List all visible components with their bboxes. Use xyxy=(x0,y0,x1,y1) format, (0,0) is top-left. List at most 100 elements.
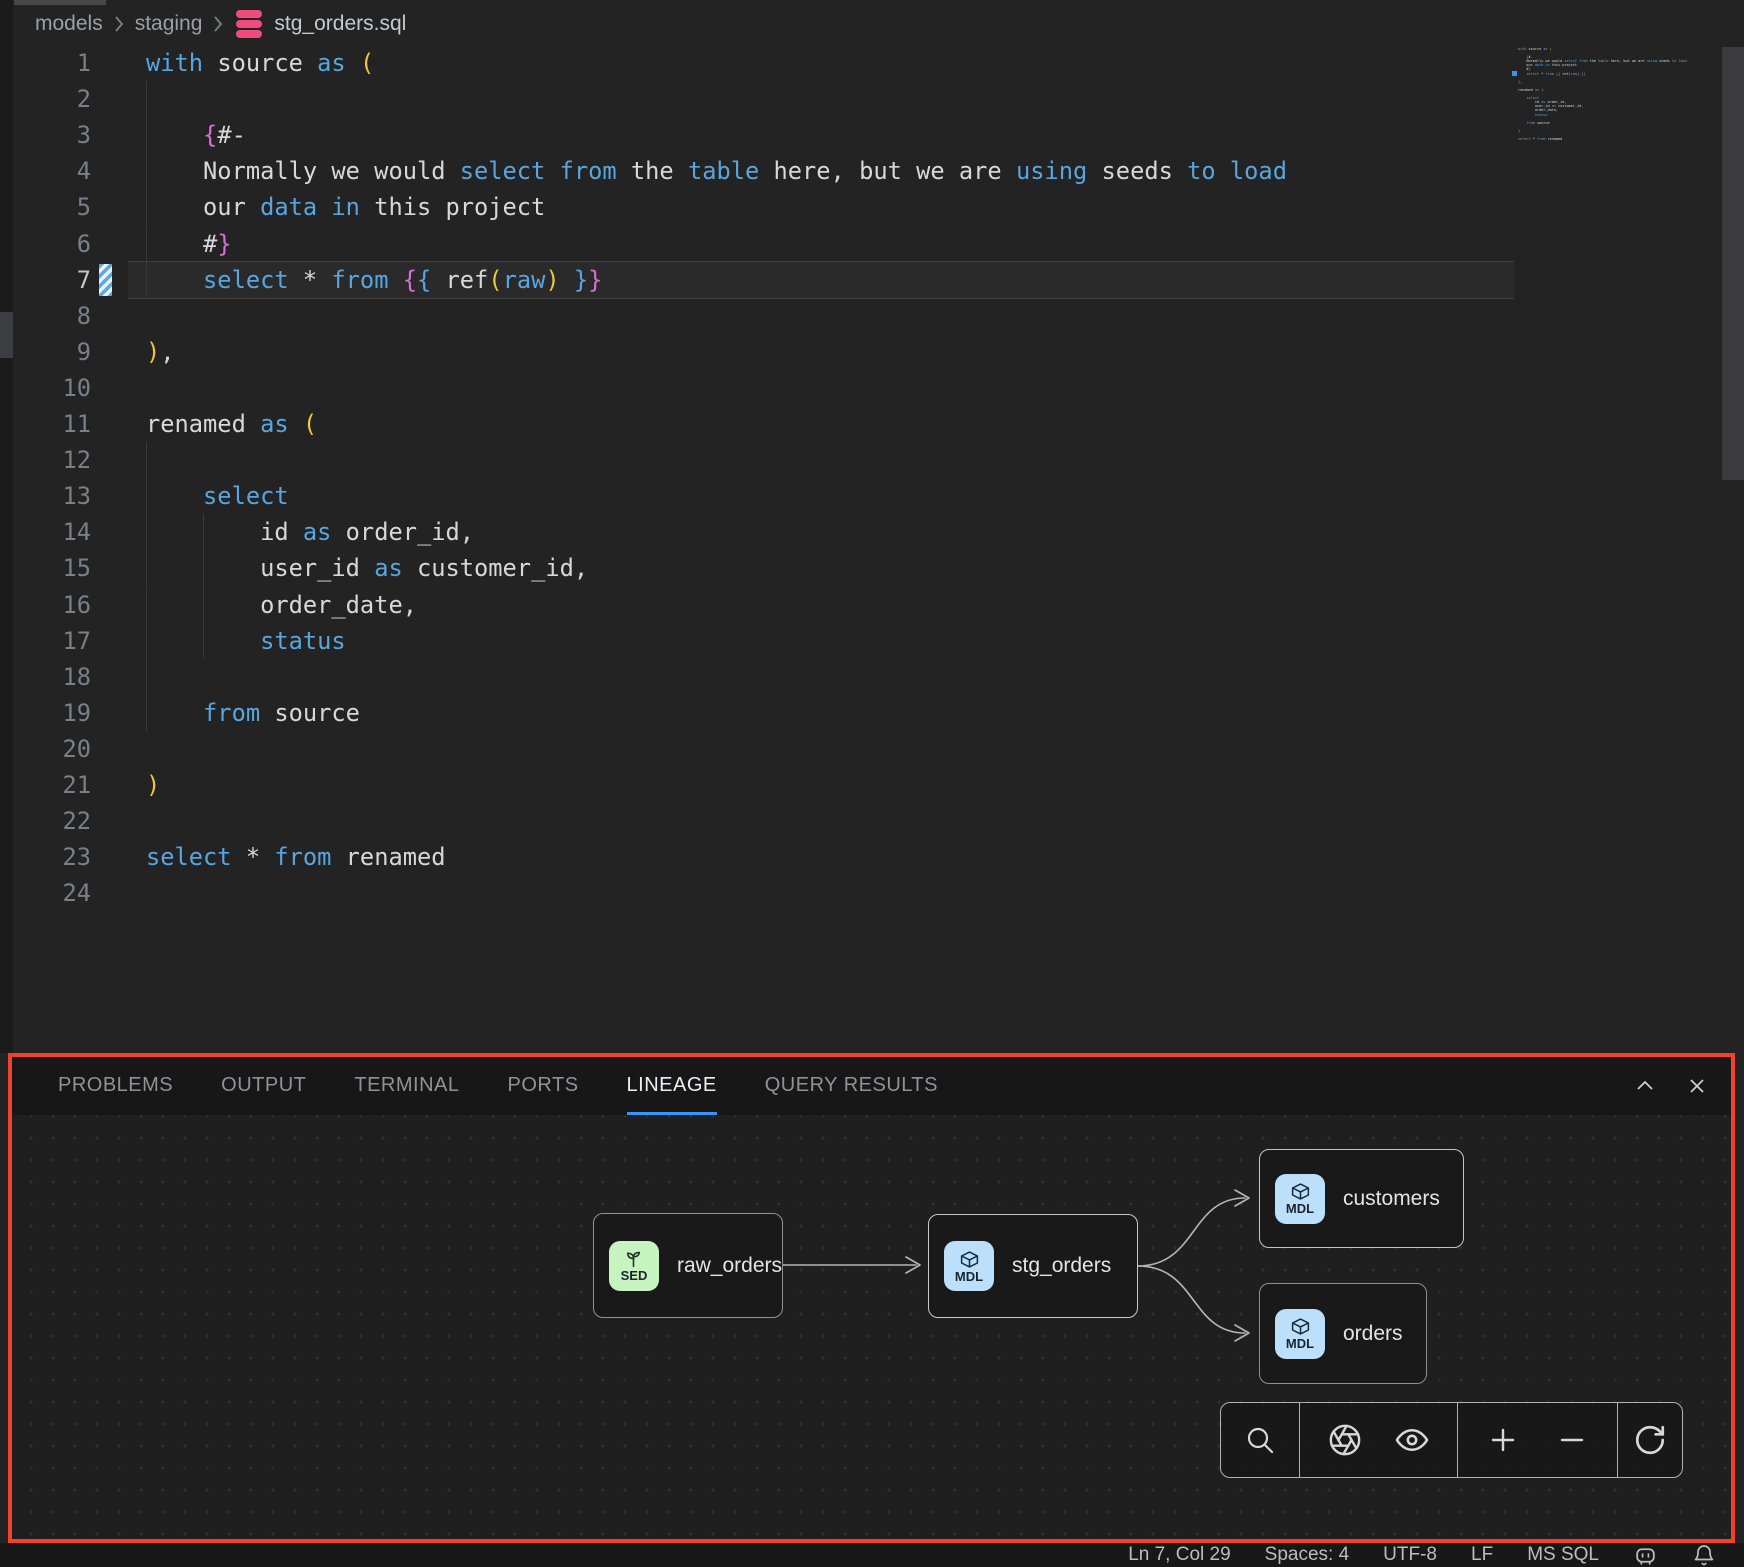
maximize-panel-button[interactable] xyxy=(1633,1074,1657,1098)
line-number[interactable]: 20 xyxy=(0,731,91,767)
code-line[interactable]: 22 xyxy=(0,803,1744,839)
code-line[interactable]: 2 xyxy=(0,81,1744,117)
refresh-icon[interactable] xyxy=(1627,1417,1673,1463)
code-line[interactable]: 12 xyxy=(0,442,1744,478)
line-number[interactable]: 21 xyxy=(0,767,91,803)
code-line[interactable]: 19 from source xyxy=(0,695,1744,731)
line-number[interactable]: 19 xyxy=(0,695,91,731)
code-line[interactable]: 7 select * from {{ ref(raw) }} xyxy=(0,262,1744,298)
bottom-panel: PROBLEMS OUTPUT TERMINAL PORTS LINEAGE QUERY … xyxy=(8,1053,1735,1543)
tab-problems[interactable]: PROBLEMS xyxy=(58,1057,173,1115)
line-number[interactable]: 14 xyxy=(0,514,91,550)
tab-ports[interactable]: PORTS xyxy=(508,1057,579,1115)
tab-query-results[interactable]: QUERY RESULTS xyxy=(765,1057,938,1115)
status-bar: Ln 7, Col 29 Spaces: 4 UTF-8 LF MS SQL xyxy=(0,1543,1744,1567)
line-number[interactable]: 12 xyxy=(0,442,91,478)
line-number[interactable]: 15 xyxy=(0,550,91,586)
code-line[interactable]: 16 order_date, xyxy=(0,587,1744,623)
status-item[interactable]: UTF-8 xyxy=(1383,1544,1437,1566)
tab-output[interactable]: OUTPUT xyxy=(221,1057,306,1115)
code-text: ), xyxy=(146,334,175,370)
badge-label: MDL xyxy=(955,1270,983,1284)
code-line[interactable]: 1with source as ( xyxy=(0,45,1744,81)
copilot-icon[interactable] xyxy=(1633,1543,1658,1567)
code-editor[interactable]: 1with source as (23 {#-4 Normally we wou… xyxy=(0,45,1744,1045)
line-number[interactable]: 22 xyxy=(0,803,91,839)
line-number[interactable]: 23 xyxy=(0,839,91,875)
line-number[interactable]: 9 xyxy=(0,334,91,370)
line-number[interactable]: 2 xyxy=(0,81,91,117)
status-item[interactable]: LF xyxy=(1471,1544,1493,1566)
lineage-node-orders[interactable]: MDLorders xyxy=(1259,1283,1427,1384)
lineage-node-raw_orders[interactable]: SEDraw_orders xyxy=(593,1213,783,1318)
line-number[interactable]: 24 xyxy=(0,875,91,911)
line-number[interactable]: 6 xyxy=(0,226,91,262)
tab-lineage[interactable]: LINEAGE xyxy=(627,1057,717,1115)
node-label: customers xyxy=(1343,1187,1440,1211)
line-number[interactable]: 11 xyxy=(0,406,91,442)
code-line[interactable]: 5 our data in this project xyxy=(0,189,1744,225)
lineage-canvas[interactable]: SEDraw_ordersMDLstg_ordersMDLcustomersMD… xyxy=(12,1115,1731,1539)
seed-badge: SED xyxy=(609,1241,659,1291)
code-line[interactable]: 13 select xyxy=(0,478,1744,514)
breadcrumb: models staging stg_orders.sql xyxy=(35,6,406,42)
breadcrumb-item-models[interactable]: models xyxy=(35,12,103,36)
code-line[interactable]: 6 #} xyxy=(0,226,1744,262)
lineage-toolbar xyxy=(1220,1402,1683,1478)
tab-terminal[interactable]: TERMINAL xyxy=(354,1057,459,1115)
status-items: Ln 7, Col 29 Spaces: 4 UTF-8 LF MS SQL xyxy=(1094,1544,1599,1566)
toolbar-section-view xyxy=(1299,1403,1457,1477)
code-line[interactable]: 20 xyxy=(0,731,1744,767)
code-line[interactable]: 9), xyxy=(0,334,1744,370)
code-text: order_date, xyxy=(146,587,417,623)
badge-label: MDL xyxy=(1286,1337,1314,1351)
code-line[interactable]: 4 Normally we would select from the tabl… xyxy=(0,153,1744,189)
line-number[interactable]: 3 xyxy=(0,117,91,153)
code-line[interactable]: 17 status xyxy=(0,623,1744,659)
line-number[interactable]: 16 xyxy=(0,587,91,623)
line-number[interactable]: 5 xyxy=(0,189,91,225)
line-number[interactable]: 13 xyxy=(0,478,91,514)
indent-guide xyxy=(146,442,147,478)
lineage-node-customers[interactable]: MDLcustomers xyxy=(1259,1149,1464,1248)
chevron-right-icon xyxy=(113,14,125,34)
status-item[interactable]: Ln 7, Col 29 xyxy=(1128,1544,1230,1566)
line-number[interactable]: 4 xyxy=(0,153,91,189)
line-number[interactable]: 18 xyxy=(0,659,91,695)
breadcrumb-file[interactable]: stg_orders.sql xyxy=(274,12,406,36)
code-line[interactable]: 3 {#- xyxy=(0,117,1744,153)
search-icon[interactable] xyxy=(1237,1417,1283,1463)
close-panel-button[interactable] xyxy=(1685,1074,1709,1098)
badge-label: SED xyxy=(621,1269,648,1283)
status-item[interactable]: MS SQL xyxy=(1527,1544,1599,1566)
code-line[interactable]: 8 xyxy=(0,298,1744,334)
code-line[interactable]: 18 xyxy=(0,659,1744,695)
line-number[interactable]: 17 xyxy=(0,623,91,659)
minimap[interactable]: with source as ( {#- Normally we would s… xyxy=(1518,47,1718,167)
zoom-in-icon[interactable] xyxy=(1480,1417,1526,1463)
code-line[interactable]: 23select * from renamed xyxy=(0,839,1744,875)
eye-icon[interactable] xyxy=(1389,1417,1435,1463)
code-line[interactable]: 24 xyxy=(0,875,1744,911)
lineage-node-stg_orders[interactable]: MDLstg_orders xyxy=(928,1214,1138,1318)
code-line[interactable]: 14 id as order_id, xyxy=(0,514,1744,550)
line-number[interactable]: 1 xyxy=(0,45,91,81)
bell-icon[interactable] xyxy=(1692,1543,1716,1567)
editor-scrollbar[interactable] xyxy=(1722,47,1744,480)
line-number[interactable]: 8 xyxy=(0,298,91,334)
model-badge: MDL xyxy=(944,1241,994,1291)
code-line[interactable]: 10 xyxy=(0,370,1744,406)
code-line[interactable]: 21) xyxy=(0,767,1744,803)
breadcrumb-item-staging[interactable]: staging xyxy=(135,12,203,36)
line-number[interactable]: 7 xyxy=(0,262,91,298)
line-number[interactable]: 10 xyxy=(0,370,91,406)
status-item[interactable]: Spaces: 4 xyxy=(1265,1544,1350,1566)
code-text: ) xyxy=(146,767,160,803)
vscode-window: models staging stg_orders.sql 1with sour… xyxy=(0,0,1744,1567)
code-line[interactable]: 15 user_id as customer_id, xyxy=(0,550,1744,586)
minimap-modified-marker xyxy=(1512,71,1517,76)
zoom-out-icon[interactable] xyxy=(1549,1417,1595,1463)
code-text: {#- xyxy=(146,117,246,153)
code-line[interactable]: 11renamed as ( xyxy=(0,406,1744,442)
aperture-icon[interactable] xyxy=(1322,1417,1368,1463)
